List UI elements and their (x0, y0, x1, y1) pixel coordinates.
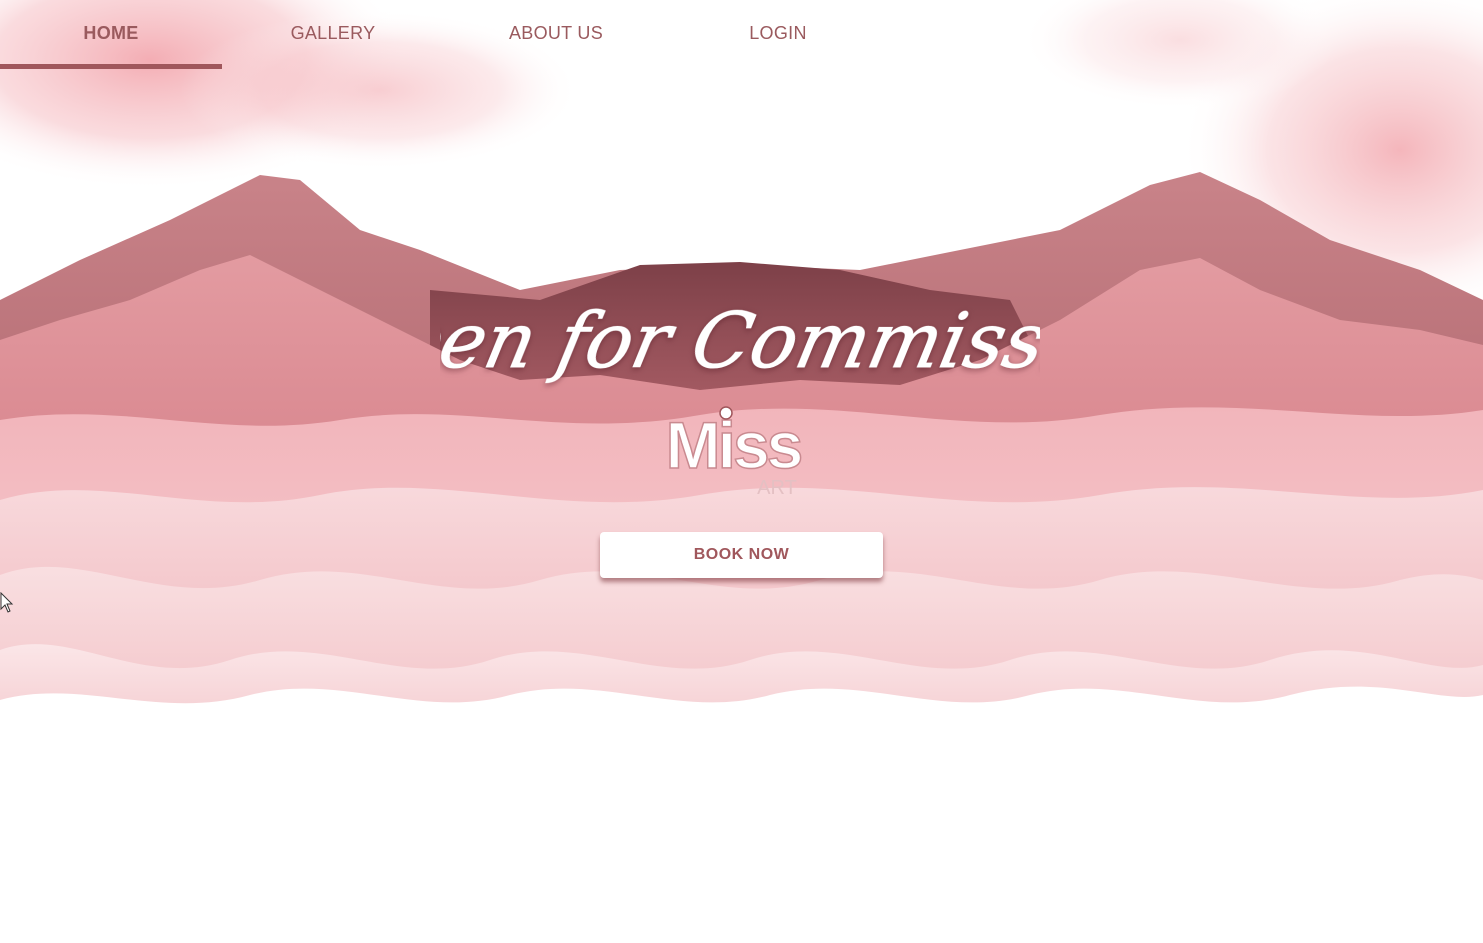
miss-art-logo: Miss ART (665, 406, 804, 499)
page: HOME GALLERY ABOUT US LOGIN Open for Com… (0, 0, 1483, 943)
logo-subtext: ART (757, 477, 797, 499)
main-nav: HOME GALLERY ABOUT US LOGIN (0, 0, 1483, 70)
hero-headline: Open for Commission (440, 297, 1040, 386)
nav-about-us[interactable]: ABOUT US (444, 0, 668, 66)
book-now-button[interactable]: BOOK NOW (600, 532, 883, 578)
hero-headline-text: Open for Commission (440, 298, 1040, 386)
logo-mascot-icon (719, 406, 733, 420)
nav-gallery[interactable]: GALLERY (222, 0, 444, 66)
nav-home[interactable]: HOME (0, 0, 222, 66)
logo-text: Miss (666, 408, 801, 482)
nav-login[interactable]: LOGIN (668, 0, 888, 66)
nav-active-indicator (0, 64, 222, 69)
mouse-pointer-icon (0, 592, 14, 613)
